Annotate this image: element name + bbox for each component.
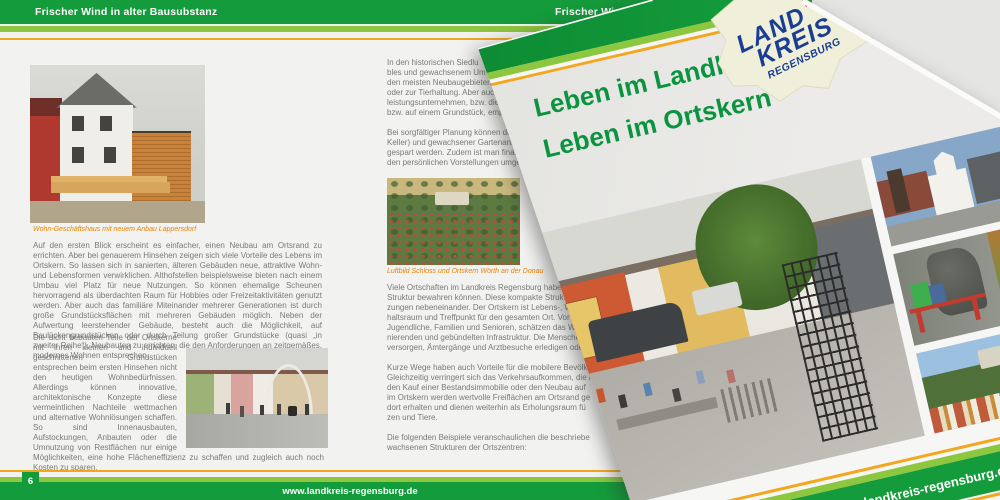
cover-wrapper: LAND KREIS REGENSBURG Leben im Landkreis… xyxy=(0,0,1000,500)
cover-page-edge-left xyxy=(317,44,480,500)
cover-page: LAND KREIS REGENSBURG Leben im Landkreis… xyxy=(445,0,1000,500)
cover-clip: LAND KREIS REGENSBURG Leben im Landkreis… xyxy=(0,0,1000,500)
brochure-mockup: Frischer Wind in alter Bausubstanz Frisc… xyxy=(0,0,1000,500)
